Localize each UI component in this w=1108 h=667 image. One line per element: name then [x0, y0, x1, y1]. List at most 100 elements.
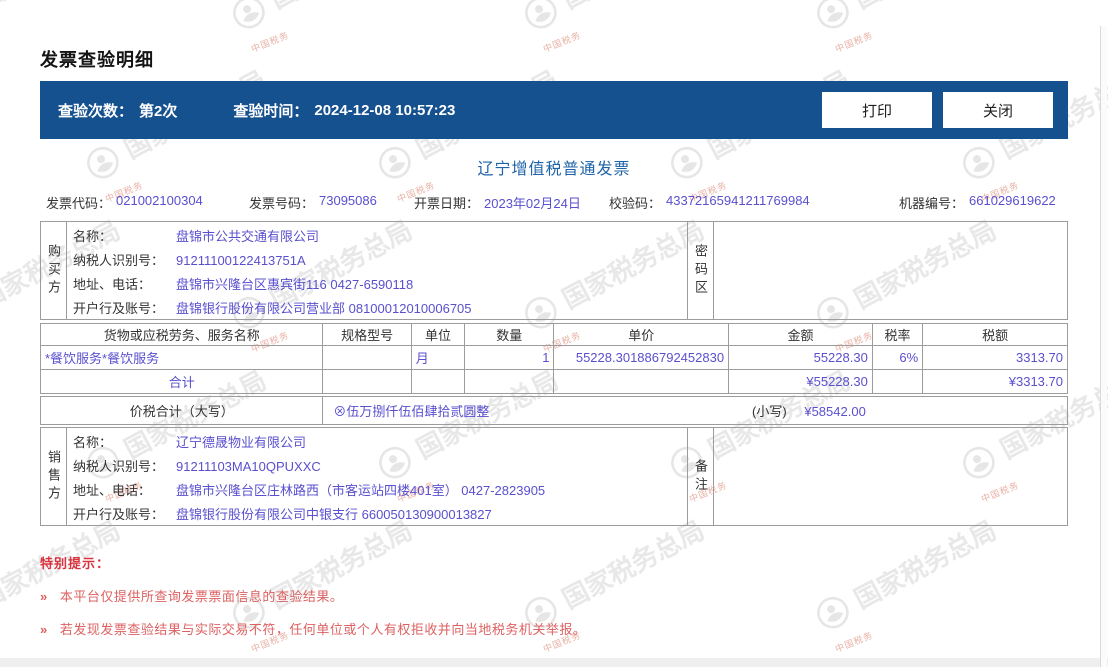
notice-item-1-text: 本平台仅提供所查询发票票面信息的查验结果。: [59, 589, 344, 604]
seller-bank-row: 开户行及账号： 盘锦银行股份有限公司中银支行 66005013090001382…: [73, 503, 683, 527]
notice-item-2: » 若发现发票查验结果与实际交易不符，任何单位或个人有权拒收并向当地税务机关举报…: [40, 619, 1068, 638]
special-notice: 特别提示： » 本平台仅提供所查询发票票面信息的查验结果。 » 若发现发票查验结…: [40, 553, 1068, 638]
header-price: 单价: [553, 323, 730, 346]
invoice-code-label: 发票代码：: [46, 196, 112, 211]
header-spec: 规格型号: [322, 323, 412, 346]
check-code-label: 校验码：: [609, 196, 662, 211]
buyer-details: 名称： 盘锦市公共交通有限公司 纳税人识别号： 9121110012241375…: [67, 222, 688, 319]
items-header-row: 货物或应税劳务、服务名称 规格型号 单位 数量 单价 金额 税率 税额: [39, 323, 1068, 346]
check-code: 校验码： 43372165941211769984: [609, 193, 899, 212]
buyer-name-row: 名称： 盘锦市公共交通有限公司: [73, 225, 683, 249]
invoice-date: 开票日期： 2023年02月24日: [414, 193, 609, 212]
machine-number: 机器编号： 661029619622: [899, 193, 1056, 212]
item-price: 55228.301886792452830: [553, 345, 730, 370]
check-count-value: 第2次: [139, 102, 178, 120]
header-tax-rate: 税率: [871, 323, 924, 346]
invoice-code: 发票代码： 021002100304: [40, 193, 249, 212]
notice-title: 特别提示：: [40, 556, 111, 571]
total-qty-empty: [464, 369, 555, 394]
header-item-name: 货物或应税劳务、服务名称: [39, 323, 324, 346]
seller-name-label: 名称：: [73, 435, 113, 450]
item-tax: 3313.70: [922, 345, 1068, 370]
notice-item-2-text: 若发现发票查验结果与实际交易不符，任何单位或个人有权拒收并向当地税务机关举报。: [59, 622, 587, 637]
buyer-bank-label: 开户行及账号：: [73, 301, 165, 316]
invoice-title: 辽宁增值税普通发票: [477, 161, 631, 178]
toolbar: 查验次数： 第2次 查验时间： 2024-12-08 10:57:23 打印 关…: [40, 81, 1068, 139]
grand-total-lowercase-label: (小写): [752, 404, 787, 419]
grand-total-lowercase-value: ¥58542.00: [804, 404, 866, 419]
item-spec: [322, 345, 412, 370]
invoice-number-value: 73095086: [319, 193, 377, 208]
grand-total-tr: 价税合计（大写） ⊗伍万捌仟伍佰肆拾贰圆整 (小写) ¥58542.00: [39, 396, 1068, 425]
remark-content: [714, 428, 1067, 525]
password-area-label: 密码区: [688, 222, 714, 319]
item-tax-rate: 6%: [871, 345, 924, 370]
total-taxrate-empty: [871, 369, 924, 394]
item-unit: 月: [410, 345, 466, 370]
check-time: 查验时间： 2024-12-08 10:57:23: [233, 100, 455, 121]
check-code-value: 43372165941211769984: [666, 193, 810, 208]
grand-total-uppercase: ⊗伍万捌仟伍佰肆拾贰圆整: [333, 404, 490, 419]
item-amount: 55228.30: [728, 345, 873, 370]
notice-bullet-icon: »: [40, 622, 48, 637]
page-title: 发票查验明细: [40, 50, 154, 70]
grand-total-label: 价税合计（大写）: [39, 396, 324, 425]
total-label: 合计: [39, 369, 324, 394]
buyer-address-label: 地址、电话：: [73, 277, 152, 292]
invoice-date-label: 开票日期：: [414, 196, 480, 211]
header-qty: 数量: [464, 323, 555, 346]
check-count-label: 查验次数：: [58, 102, 134, 120]
seller-section: 销售方 名称： 辽宁德晟物业有限公司 纳税人识别号： 91211103MA10Q…: [40, 427, 1068, 526]
machine-number-value: 661029619622: [969, 193, 1056, 208]
buyer-name-label: 名称：: [73, 229, 113, 244]
remark-label: 备注: [688, 428, 714, 525]
seller-taxid-value: 91211103MA10QPUXXC: [176, 459, 321, 474]
total-unit-empty: [410, 369, 466, 394]
invoice-meta-row: 发票代码： 021002100304 发票号码： 73095086 开票日期： …: [40, 193, 1068, 212]
close-button[interactable]: 关闭: [943, 92, 1053, 128]
buyer-section: 购买方 名称： 盘锦市公共交通有限公司 纳税人识别号： 912111001224…: [40, 221, 1068, 320]
total-amount: ¥55228.30: [728, 369, 873, 394]
invoice-date-value: 2023年02月24日: [484, 196, 581, 211]
notice-bullet-icon: »: [40, 589, 48, 604]
invoice-verification-page: 国家税务总局中国税务国家税务总局中国税务国家税务总局中国税务国家税务总局中国税务…: [0, 0, 1108, 667]
print-button[interactable]: 打印: [822, 92, 932, 128]
items-table: 货物或应税劳务、服务名称 规格型号 单位 数量 单价 金额 税率 税额 *餐饮服…: [39, 323, 1068, 394]
seller-name-row: 名称： 辽宁德晟物业有限公司: [73, 431, 683, 455]
total-price-empty: [553, 369, 730, 394]
seller-bank-label: 开户行及账号：: [73, 507, 165, 522]
footer-strip: [0, 658, 1108, 667]
header-unit: 单位: [410, 323, 466, 346]
invoice-number-label: 发票号码：: [249, 196, 315, 211]
item-qty: 1: [464, 345, 555, 370]
seller-taxid-row: 纳税人识别号： 91211103MA10QPUXXC: [73, 455, 683, 479]
total-spec-empty: [322, 369, 412, 394]
seller-bank-value: 盘锦银行股份有限公司中银支行 660050130900013827: [176, 507, 492, 522]
header-tax: 税额: [922, 323, 1068, 346]
invoice-number: 发票号码： 73095086: [249, 193, 414, 212]
buyer-bank-row: 开户行及账号： 盘锦银行股份有限公司营业部 08100012010006705: [73, 297, 683, 321]
password-area-content: [714, 222, 1067, 319]
buyer-side-label: 购买方: [41, 222, 67, 319]
grand-total-values: ⊗伍万捌仟伍佰肆拾贰圆整 (小写) ¥58542.00: [322, 396, 1068, 425]
check-count: 查验次数： 第2次: [58, 100, 177, 121]
notice-item-1: » 本平台仅提供所查询发票票面信息的查验结果。: [40, 586, 1068, 605]
seller-taxid-label: 纳税人识别号：: [73, 459, 165, 474]
header-amount: 金额: [728, 323, 873, 346]
invoice-code-value: 021002100304: [116, 193, 203, 208]
seller-address-label: 地址、电话：: [73, 483, 152, 498]
seller-name-value: 辽宁德晟物业有限公司: [176, 435, 307, 450]
seller-side-label: 销售方: [41, 428, 67, 525]
check-time-value: 2024-12-08 10:57:23: [314, 101, 456, 119]
items-data-row: *餐饮服务*餐饮服务 月 1 55228.301886792452830 552…: [39, 345, 1068, 370]
seller-address-row: 地址、电话： 盘锦市兴隆台区庄林路西（市客运站四楼401室） 0427-2823…: [73, 479, 683, 503]
seller-details: 名称： 辽宁德晟物业有限公司 纳税人识别号： 91211103MA10QPUXX…: [67, 428, 688, 525]
scrollbar[interactable]: [1100, 26, 1107, 667]
items-total-row: 合计 ¥55228.30 ¥3313.70: [39, 369, 1068, 394]
main-content: 发票查验明细 查验次数： 第2次 查验时间： 2024-12-08 10:57:…: [0, 0, 1108, 638]
buyer-address-row: 地址、电话： 盘锦市兴隆台区惠宾街116 0427-6590118: [73, 273, 683, 297]
buyer-name-value: 盘锦市公共交通有限公司: [176, 229, 320, 244]
buyer-taxid-row: 纳税人识别号： 91211100122413751A: [73, 249, 683, 273]
buyer-taxid-value: 91211100122413751A: [176, 253, 306, 268]
machine-number-label: 机器编号：: [899, 196, 965, 211]
